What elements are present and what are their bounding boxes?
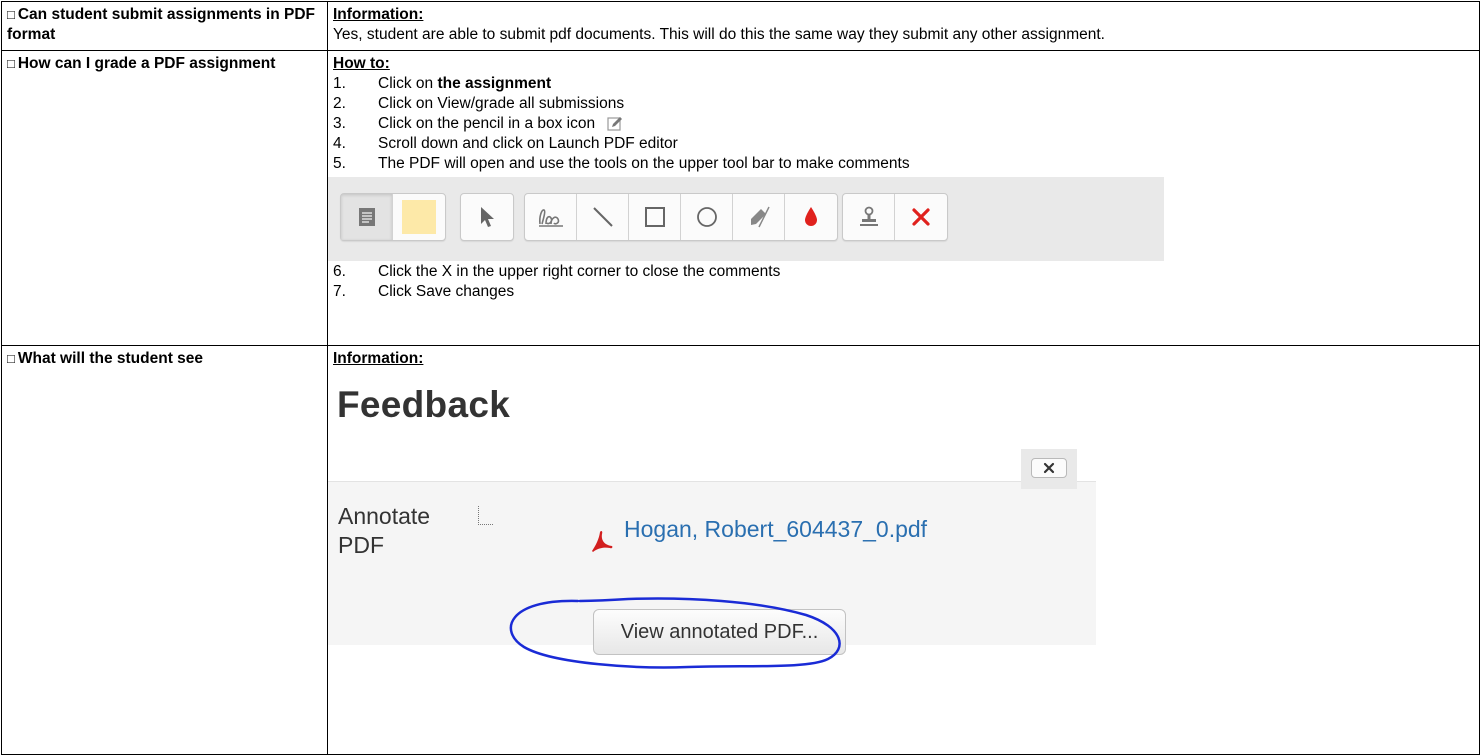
step-number: 6. [333,263,346,280]
stamp-icon[interactable] [843,194,895,240]
step-text: Click on [378,75,434,92]
section-heading: Information: [333,6,424,23]
select-arrow-icon[interactable] [461,194,513,240]
close-icon [1043,462,1055,474]
step-item: 3. Click on the pencil in a box icon [333,114,1474,134]
section-heading: How to: [333,55,390,72]
annotate-pdf-label: Annotate PDF [338,503,431,558]
step-text: Scroll down and click on Launch PDF edit… [378,135,678,152]
answer-cell: How to: 1. Click on the assignment 2. Clic… [327,50,1480,346]
highlighter-icon[interactable] [733,194,785,240]
step-number: 5. [333,155,346,172]
feedback-screenshot: Feedback Annotate PDF Hogan, Robert_6044… [328,369,1098,669]
toolbar-group [340,193,446,241]
oval-icon[interactable] [681,194,733,240]
step-number: 3. [333,115,346,132]
rectangle-icon[interactable] [629,194,681,240]
question-label: What will the student see [17,350,204,367]
toolbar-group [524,193,838,241]
step-item: 1. Click on the assignment [333,74,1474,94]
close-x-button[interactable] [1031,458,1067,478]
step-item: 4. Scroll down and click on Launch PDF ed… [333,134,1474,154]
faq-row: □ How can I grade a PDF assignment How to… [1,50,1480,346]
color-drop-icon[interactable] [785,194,837,240]
pen-icon[interactable] [525,194,577,240]
section-heading: Information: [333,350,424,367]
view-annotated-pdf-button[interactable]: View annotated PDF... [593,609,846,655]
tree-connector [478,506,493,525]
step-text: Click on the pencil in a box icon [378,115,596,132]
step-item: 2. Click on View/grade all submissions [333,94,1474,114]
toolbar-group [842,193,948,241]
faq-row: □ Can student submit assignments in PDF f… [1,1,1480,51]
answer-cell: Information: Yes, student are able to su… [327,1,1480,51]
step-text: Click on View/grade all submissions [378,95,625,112]
step-text: The PDF will open and use the tools on t… [378,155,910,172]
line-icon[interactable] [577,194,629,240]
pdf-file-icon [590,529,614,553]
step-number: 4. [333,135,346,152]
pdf-editor-toolbar [328,177,1164,261]
step-item: 6. Click the X in the upper right corner … [333,262,1474,282]
checkbox-glyph: □ [7,56,15,71]
steps-list-continued: 6. Click the X in the upper right corner … [333,262,1474,302]
step-item: 5. The PDF will open and use the tools on… [333,154,1474,174]
checkbox-glyph: □ [7,351,15,366]
close-comments-screenshot [1021,449,1077,489]
question-label: How can I grade a PDF assignment [17,55,276,72]
question-cell: □ What will the student see [1,345,328,755]
feedback-panel: Annotate PDF Hogan, Robert_604437_0.pdf … [328,481,1096,655]
checkbox-glyph: □ [7,7,15,22]
pdf-file-link[interactable]: Hogan, Robert_604437_0.pdf [624,518,927,541]
step-text: Click Save changes [378,283,515,300]
step-number: 1. [333,75,346,92]
question-cell: □ Can student submit assignments in PDF f… [1,1,328,51]
delete-x-icon[interactable] [895,194,947,240]
question-label: Can student submit assignments in PDF fo… [7,6,315,43]
steps-list: 1. Click on the assignment 2. Click on Vie… [333,74,1474,174]
comment-icon[interactable] [341,194,393,240]
toolbar-group [460,193,514,241]
step-number: 2. [333,95,346,112]
faq-row: □ What will the student see Information: … [1,345,1480,755]
faq-table: □ Can student submit assignments in PDF f… [1,1,1480,755]
question-cell: □ How can I grade a PDF assignment [1,50,328,346]
pencil-box-icon [607,116,625,132]
step-item: 7. Click Save changes [333,282,1474,302]
step-text: Click the X in the upper right corner to… [378,263,781,280]
step-bold-text: the assignment [437,75,552,92]
answer-cell: Information: Feedback Annotate PDF Hogan… [327,345,1480,755]
color-swatch-icon[interactable] [393,194,445,240]
feedback-title: Feedback [337,384,511,425]
step-number: 7. [333,283,346,300]
answer-text: Yes, student are able to submit pdf docu… [333,26,1105,43]
